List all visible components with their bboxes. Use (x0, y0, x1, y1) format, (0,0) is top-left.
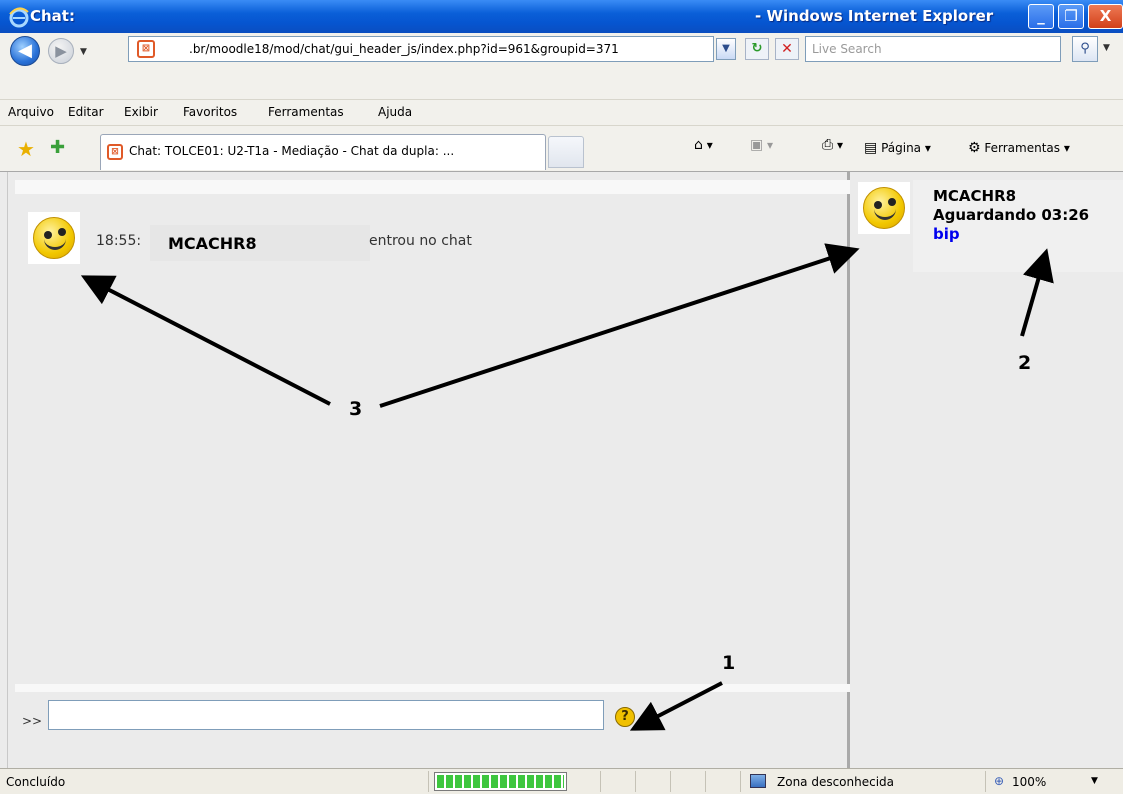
smiley-avatar-icon (858, 182, 910, 234)
messages-top-strip (15, 180, 850, 194)
progress-fill (437, 775, 564, 788)
window-title: Chat: (30, 7, 75, 25)
input-prompt: >> (22, 714, 43, 728)
minimize-button[interactable]: _ (1028, 4, 1054, 29)
zoom-dropdown[interactable]: ▼ (1091, 776, 1098, 786)
user-name: MCACHR8 (933, 187, 1017, 205)
new-tab-button[interactable] (548, 136, 584, 168)
menu-bar: Arquivo Editar Exibir Favoritos Ferramen… (0, 99, 1123, 125)
message-text: entrou no chat (369, 233, 472, 249)
page-menu-label: Página (881, 141, 922, 155)
tools-gear-icon: ⚙ (968, 140, 981, 156)
ie-logo-icon (9, 7, 29, 28)
refresh-icon: ↻ (751, 41, 763, 56)
message-input[interactable] (48, 700, 604, 730)
annotation-label-2: 2 (1018, 352, 1032, 374)
star-icon[interactable]: ★ (17, 137, 35, 161)
forward-button[interactable]: ▶ (48, 38, 74, 64)
feeds-icon: ▣ (750, 137, 764, 153)
tools-menu-label: Ferramentas (984, 141, 1061, 155)
back-button[interactable]: ◀ (10, 36, 40, 66)
menu-ferramentas[interactable]: Ferramentas (268, 105, 344, 119)
recent-pages-dropdown[interactable]: ▼ (80, 47, 87, 57)
home-button[interactable]: ⌂ ▾ (694, 137, 713, 153)
print-icon: ⎙ (822, 137, 834, 153)
back-arrow-icon: ◀ (18, 40, 32, 61)
address-input[interactable]: ⊠ .br/moodle18/mod/chat/gui_header_js/in… (128, 36, 714, 62)
close-icon: X (1099, 7, 1112, 25)
menu-editar[interactable]: Editar (68, 105, 104, 119)
stop-button[interactable]: ✕ (775, 38, 799, 60)
user-status: Aguardando 03:26 (933, 206, 1090, 224)
home-icon: ⌂ (694, 137, 703, 153)
print-button[interactable]: ⎙ ▾ (822, 137, 843, 153)
progress-bar (434, 772, 567, 791)
refresh-button[interactable]: ↻ (745, 38, 769, 60)
search-icon: ⚲ (1080, 41, 1090, 56)
zoom-level[interactable]: 100% (1012, 775, 1046, 789)
message-user: MCACHR8 (168, 234, 257, 253)
moodle-favicon-icon: ⊠ (137, 40, 155, 58)
tab-title: Chat: TOLCE01: U2-T1a - Mediação - Chat … (129, 144, 455, 158)
chat-messages-pane: 18:55: MCACHR8 entrou no chat >> ? (7, 172, 850, 768)
address-toolbar: ◀ ▶ ▼ ⊠ .br/moodle18/mod/chat/gui_header… (0, 33, 1123, 99)
maximize-button[interactable]: ❐ (1058, 4, 1084, 29)
zoom-icon: ⊕ (994, 774, 1005, 788)
page-menu-button[interactable]: ▤ Página ▾ (864, 140, 931, 156)
beep-link[interactable]: bip (933, 225, 960, 243)
menu-ajuda[interactable]: Ajuda (378, 105, 412, 119)
add-favorite-icon[interactable]: ✚ (50, 137, 65, 158)
forward-arrow-icon: ▶ (55, 42, 67, 60)
minimize-icon: _ (1037, 7, 1045, 25)
menu-arquivo[interactable]: Arquivo (8, 105, 54, 119)
users-pane: MCACHR8 Aguardando 03:26 bip (853, 172, 1123, 768)
input-divider (15, 684, 850, 692)
tools-menu-button[interactable]: ⚙ Ferramentas ▾ (968, 140, 1070, 156)
zone-icon (750, 774, 766, 788)
message-user-box: MCACHR8 (150, 225, 370, 261)
close-button[interactable]: X (1088, 4, 1123, 29)
message-time: 18:55: (96, 233, 142, 249)
search-options-dropdown[interactable]: ▼ (1103, 43, 1110, 53)
page-content: 18:55: MCACHR8 entrou no chat >> ? MCACH… (0, 172, 1123, 768)
title-bar: Chat: - Windows Internet Explorer _ ❐ X (0, 0, 1123, 33)
security-zone[interactable]: Zona desconhecida (777, 775, 894, 789)
restore-icon: ❐ (1064, 7, 1078, 25)
feeds-button[interactable]: ▣ ▾ (750, 137, 773, 153)
stop-icon: ✕ (781, 41, 793, 57)
search-button[interactable]: ⚲ (1072, 36, 1098, 62)
menu-exibir[interactable]: Exibir (124, 105, 158, 119)
tab-bar: ★ ✚ ⊠ Chat: TOLCE01: U2-T1a - Mediação -… (0, 125, 1123, 172)
search-input[interactable]: Live Search (805, 36, 1061, 62)
smiley-avatar-icon (28, 212, 80, 264)
menu-favoritos[interactable]: Favoritos (183, 105, 237, 119)
annotation-label-3: 3 (349, 398, 363, 420)
status-text: Concluído (6, 775, 66, 789)
tab-chat[interactable]: ⊠ Chat: TOLCE01: U2-T1a - Mediação - Cha… (100, 134, 546, 170)
user-entry: MCACHR8 Aguardando 03:26 bip (913, 180, 1123, 272)
moodle-favicon-icon: ⊠ (107, 144, 123, 160)
address-url: .br/moodle18/mod/chat/gui_header_js/inde… (189, 42, 619, 56)
address-dropdown-button[interactable]: ▼ (716, 38, 736, 60)
annotation-label-1: 1 (722, 652, 736, 674)
status-bar: Concluído Zona desconhecida ⊕ 100% ▼ (0, 768, 1123, 794)
window-title-app: - Windows Internet Explorer (755, 7, 994, 25)
page-icon: ▤ (864, 140, 878, 156)
search-placeholder: Live Search (812, 42, 882, 56)
help-icon[interactable]: ? (615, 707, 635, 727)
